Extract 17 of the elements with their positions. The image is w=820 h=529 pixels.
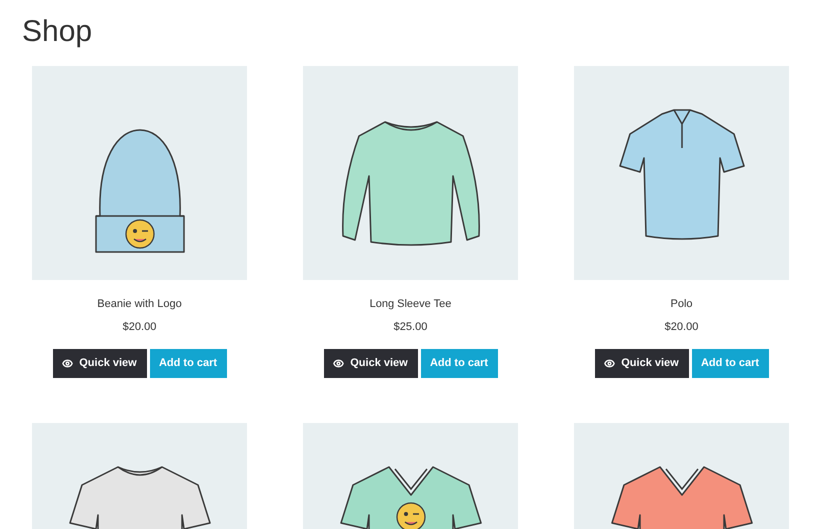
product-name[interactable]: Polo — [670, 296, 693, 312]
product-image[interactable] — [32, 423, 247, 529]
product-price: $20.00 — [664, 320, 698, 334]
product-image[interactable] — [303, 66, 518, 280]
page-title: Shop — [21, 14, 94, 50]
product-name[interactable]: Beanie with Logo — [97, 296, 182, 312]
product-image[interactable] — [303, 423, 518, 529]
product-image[interactable] — [574, 423, 789, 529]
eye-icon — [62, 358, 74, 369]
eye-icon — [604, 358, 616, 369]
quick-view-button[interactable]: Quick view — [324, 349, 418, 378]
product-price: $20.00 — [122, 320, 156, 334]
product-price: $25.00 — [394, 320, 428, 334]
product-name[interactable]: Long Sleeve Tee — [370, 296, 452, 312]
quick-view-button[interactable]: Quick view — [52, 349, 146, 378]
eye-icon — [333, 358, 344, 369]
quick-view-button[interactable]: Quick view — [594, 349, 688, 378]
